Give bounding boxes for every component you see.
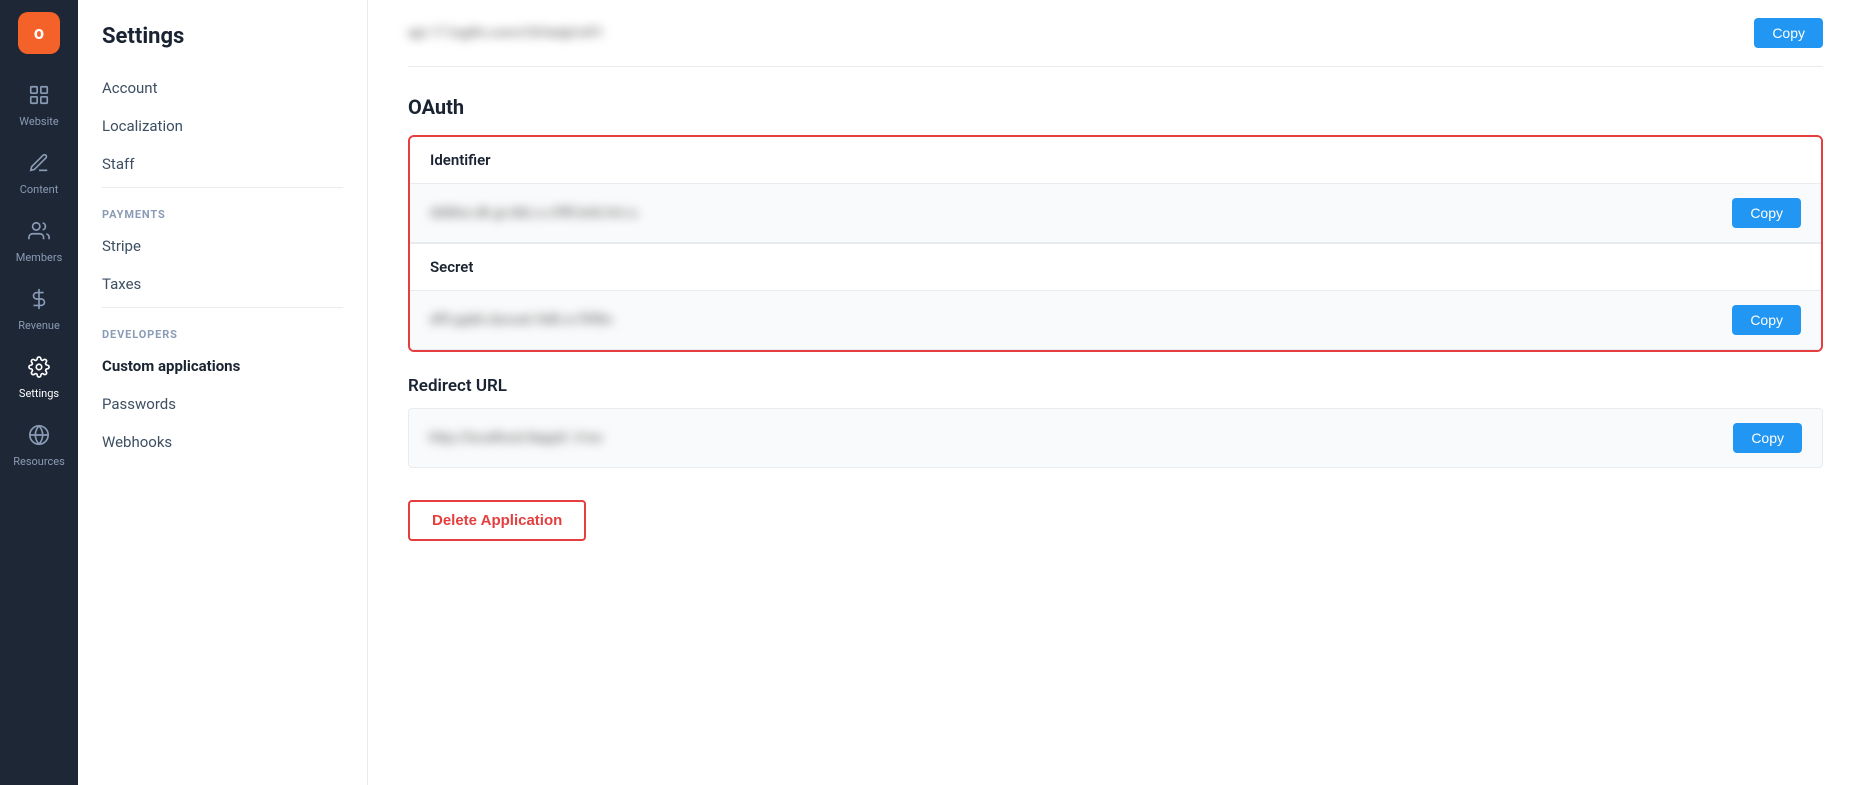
- resources-icon: [28, 424, 50, 451]
- secret-value-row: df9.ppbh.docoet.9d8.cr.f9f8n. Copy: [410, 290, 1821, 350]
- top-blurred-value: api.17.logthr.com/l/8/kalpl/e91: [408, 25, 604, 41]
- nav-item-members[interactable]: Members: [5, 210, 73, 274]
- sidebar-item-localization[interactable]: Localization: [78, 107, 367, 145]
- secret-field: Secret df9.ppbh.docoet.9d8.cr.f9f8n. Cop…: [410, 243, 1821, 350]
- nav-item-settings[interactable]: Settings: [5, 346, 73, 410]
- nav-item-content[interactable]: Content: [5, 142, 73, 206]
- sidebar-item-account[interactable]: Account: [78, 69, 367, 107]
- secret-label: Secret: [410, 244, 1821, 290]
- redirect-url-title: Redirect URL: [408, 376, 1823, 396]
- icon-nav: o Website Content Members Revenue Settin…: [0, 0, 78, 785]
- sidebar-divider-1: [102, 187, 343, 188]
- nav-website-label: Website: [19, 115, 58, 128]
- identifier-copy-button[interactable]: Copy: [1732, 198, 1801, 228]
- nav-settings-label: Settings: [19, 387, 59, 400]
- nav-item-revenue[interactable]: Revenue: [5, 278, 73, 342]
- nav-item-website[interactable]: Website: [5, 74, 73, 138]
- nav-resources-label: Resources: [13, 455, 65, 468]
- website-icon: [28, 84, 50, 111]
- sidebar-item-passwords[interactable]: Passwords: [78, 385, 367, 423]
- sidebar-divider-2: [102, 307, 343, 308]
- secret-copy-button[interactable]: Copy: [1732, 305, 1801, 335]
- sidebar-item-stripe[interactable]: Stripe: [78, 227, 367, 265]
- developers-section-label: DEVELOPERS: [78, 312, 367, 347]
- secret-value: df9.ppbh.docoet.9d8.cr.f9f8n.: [430, 312, 615, 328]
- members-icon: [28, 220, 50, 247]
- nav-item-resources[interactable]: Resources: [5, 414, 73, 478]
- nav-revenue-label: Revenue: [18, 319, 60, 332]
- sidebar-item-staff[interactable]: Staff: [78, 145, 367, 183]
- identifier-label: Identifier: [410, 137, 1821, 183]
- settings-sidebar: Settings Account Localization Staff PAYM…: [78, 0, 368, 785]
- sidebar-item-webhooks[interactable]: Webhooks: [78, 423, 367, 461]
- redirect-url-row: http://localhost:8app0. l/roc Copy: [408, 408, 1823, 468]
- main-content: api.17.logthr.com/l/8/kalpl/e91 Copy OAu…: [368, 0, 1863, 785]
- sidebar-item-custom-applications[interactable]: Custom applications: [78, 347, 367, 385]
- oauth-section-title: OAuth: [408, 95, 1823, 119]
- redirect-copy-button[interactable]: Copy: [1733, 423, 1802, 453]
- top-blurred-row: api.17.logthr.com/l/8/kalpl/e91 Copy: [408, 0, 1823, 67]
- nav-members-label: Members: [16, 251, 63, 264]
- redirect-url-value: http://localhost:8app0. l/roc: [429, 430, 603, 446]
- identifier-value-row: dddlss.dk.gr.dds.s.c9f8.bnb.hm.s. Copy: [410, 183, 1821, 243]
- identifier-value: dddlss.dk.gr.dds.s.c9f8.bnb.hm.s.: [430, 205, 640, 221]
- revenue-icon: [28, 288, 50, 315]
- top-copy-button[interactable]: Copy: [1754, 18, 1823, 48]
- nav-content-label: Content: [20, 183, 59, 196]
- content-icon: [28, 152, 50, 179]
- redirect-url-section: Redirect URL http://localhost:8app0. l/r…: [408, 376, 1823, 468]
- settings-title: Settings: [78, 24, 367, 69]
- payments-section-label: PAYMENTS: [78, 192, 367, 227]
- settings-icon: [28, 356, 50, 383]
- identifier-field: Identifier dddlss.dk.gr.dds.s.c9f8.bnb.h…: [410, 137, 1821, 243]
- sidebar-item-taxes[interactable]: Taxes: [78, 265, 367, 303]
- app-logo[interactable]: o: [18, 12, 60, 54]
- delete-application-button[interactable]: Delete Application: [408, 500, 586, 541]
- oauth-box: Identifier dddlss.dk.gr.dds.s.c9f8.bnb.h…: [408, 135, 1823, 352]
